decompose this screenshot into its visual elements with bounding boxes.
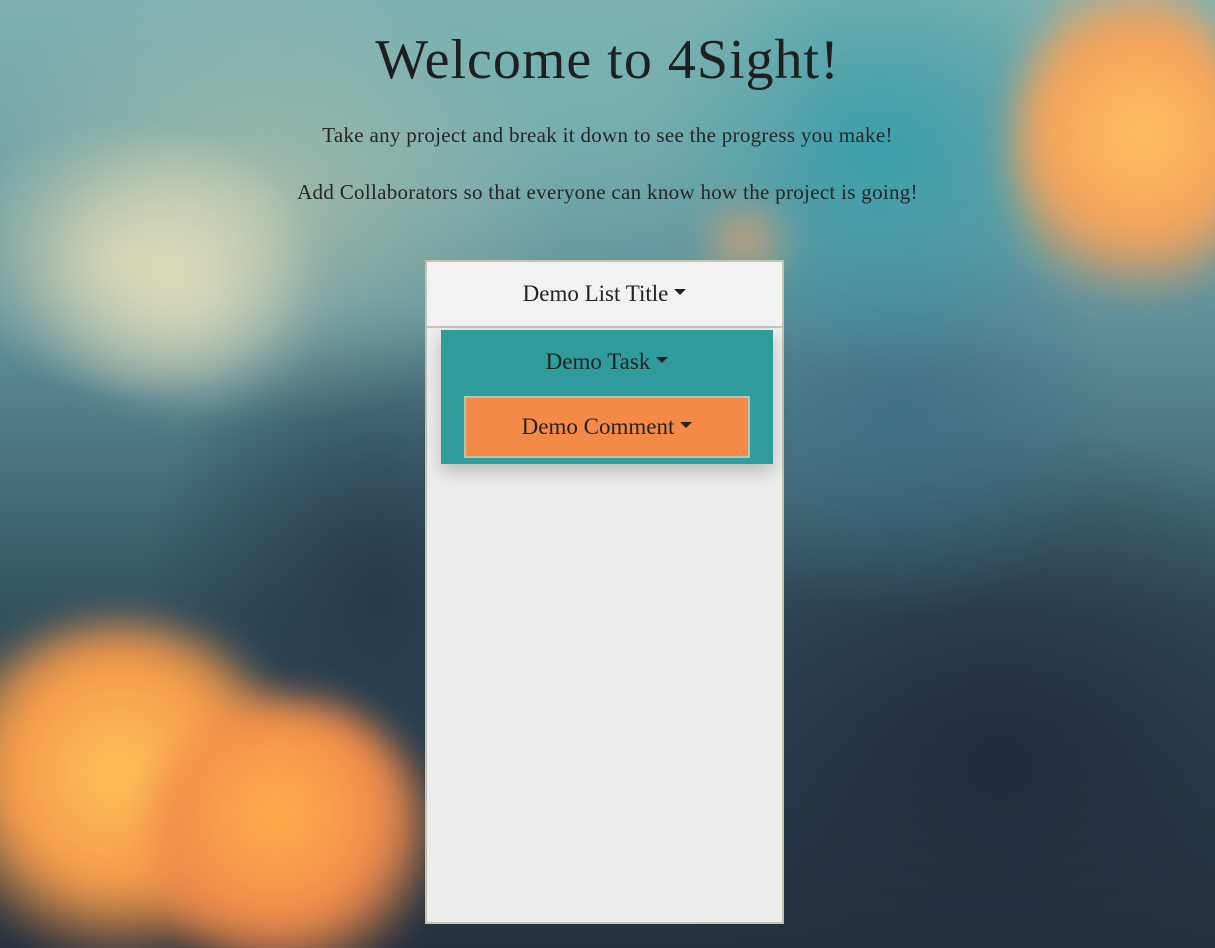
page-title: Welcome to 4Sight! [375, 29, 840, 91]
task-dropdown[interactable]: Demo Task [441, 344, 773, 380]
task-card: Demo Task Demo Comment [441, 330, 773, 464]
caret-down-icon [674, 289, 687, 295]
list-title: Demo List Title [522, 281, 669, 306]
caret-down-icon [680, 422, 693, 428]
task-title: Demo Task [545, 349, 651, 374]
comment-dropdown[interactable]: Demo Comment [464, 396, 750, 458]
comment-title: Demo Comment [521, 414, 675, 439]
collaborators-text: Add Collaborators so that everyone can k… [297, 180, 918, 204]
caret-down-icon [656, 357, 669, 363]
list-title-dropdown[interactable]: Demo List Title [427, 262, 782, 328]
intro-text: Take any project and break it down to se… [322, 123, 893, 147]
list-card: Demo List Title Demo Task Demo Comment [425, 260, 784, 924]
